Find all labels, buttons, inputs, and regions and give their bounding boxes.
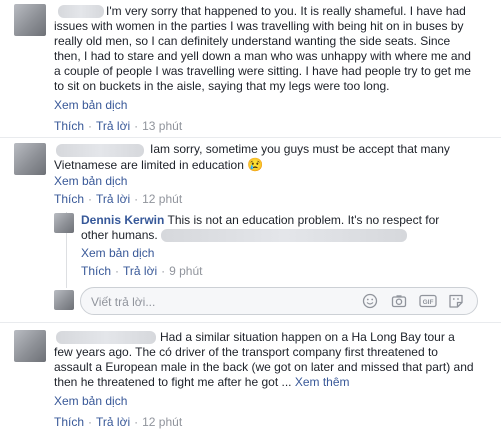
timestamp[interactable]: 12 phút [142,192,182,206]
see-translation-link[interactable]: Xem bản dịch [81,246,154,261]
comment-text: I'm very sorry that happened to you. It … [54,4,494,94]
see-translation-link[interactable]: Xem bản dịch [54,174,127,189]
comment-line: Iam sorry, sometime you guys must be acc… [150,142,450,156]
avatar[interactable] [14,143,46,175]
author-name[interactable]: Dennis Kerwin [81,213,164,227]
separator: · [88,192,93,206]
timestamp[interactable]: 13 phút [142,119,182,133]
blurred-mention [161,229,408,243]
separator: · [134,119,139,133]
comment-text: Iam sorry, sometime you guys must be acc… [54,142,474,173]
comment-text: Had a similar situation happen on a Ha L… [54,330,494,390]
reply-link[interactable]: Trả lời [96,192,130,206]
reply-actions: Thích · Trả lời · 9 phút [81,264,202,278]
separator: · [115,264,120,278]
reply-line-text: This is not an education problem. It's n… [167,213,440,227]
comment-actions: Thích · Trả lời · 12 phút [54,415,182,429]
reply-text: Dennis Kerwin This is not an education p… [81,213,491,243]
reply-line-text: other humans. [81,228,158,242]
comment-line: then he threatened to fight me after he … [54,375,494,390]
comment-line: really old men, so I can definitely unde… [54,34,451,48]
comment-line-text: then he threatened to fight me after he … [54,375,292,389]
separator: · [134,192,139,206]
reply-link[interactable]: Trả lời [96,415,130,429]
comment-line: Vietnamese are limited in education 😢 [54,157,474,173]
comment-line: issues with women in the parties I was t… [54,19,464,33]
svg-text:GIF: GIF [423,299,434,306]
reply-line: Dennis Kerwin This is not an education p… [81,213,491,228]
avatar[interactable] [14,330,46,362]
see-translation-link[interactable]: Xem bản dịch [54,394,127,409]
timestamp[interactable]: 12 phút [142,415,182,429]
reply-box: GIF [80,287,478,315]
comment-line: assault a European male in the back (we … [54,360,474,374]
separator: · [88,415,93,429]
reply-line: other humans. [81,228,491,243]
gif-icon[interactable]: GIF [419,293,437,309]
camera-icon[interactable] [391,293,407,309]
separator: · [161,264,166,278]
reply-input[interactable] [89,292,353,312]
divider [0,322,501,323]
comment-line: Had a similar situation happen on a Ha L… [160,330,455,344]
comment-line: few years ago. The có driver of the tran… [54,345,438,359]
separator: · [88,119,93,133]
divider [0,137,501,138]
emoji-icon[interactable] [362,293,378,309]
comment-line: a couple of people I was travelling were… [54,64,471,78]
avatar[interactable] [14,4,46,36]
comment-line-text: Vietnamese are limited in education [54,158,244,172]
comment-line: to sit on buckets in the aisle, saying t… [54,79,390,93]
like-link[interactable]: Thích [54,192,84,206]
crying-emoji-icon: 😢 [247,157,264,172]
timestamp[interactable]: 9 phút [169,264,202,278]
comment-line: I'm very sorry that happened to you. It … [106,4,466,18]
reply-link[interactable]: Trả lời [123,264,157,278]
current-user-avatar [54,290,74,310]
comment-actions: Thích · Trả lời · 13 phút [54,119,182,133]
comment-line: then, I had to stare and yell down a man… [54,49,471,63]
avatar[interactable] [54,213,74,233]
see-more-link[interactable]: Xem thêm [295,375,350,389]
sticker-icon[interactable] [448,293,464,309]
like-link[interactable]: Thích [54,415,84,429]
reply-link[interactable]: Trả lời [96,119,130,133]
separator: · [134,415,139,429]
like-link[interactable]: Thích [54,119,84,133]
comment-actions: Thích · Trả lời · 12 phút [54,192,182,206]
like-link[interactable]: Thích [81,264,111,278]
see-translation-link[interactable]: Xem bản dịch [54,98,127,113]
